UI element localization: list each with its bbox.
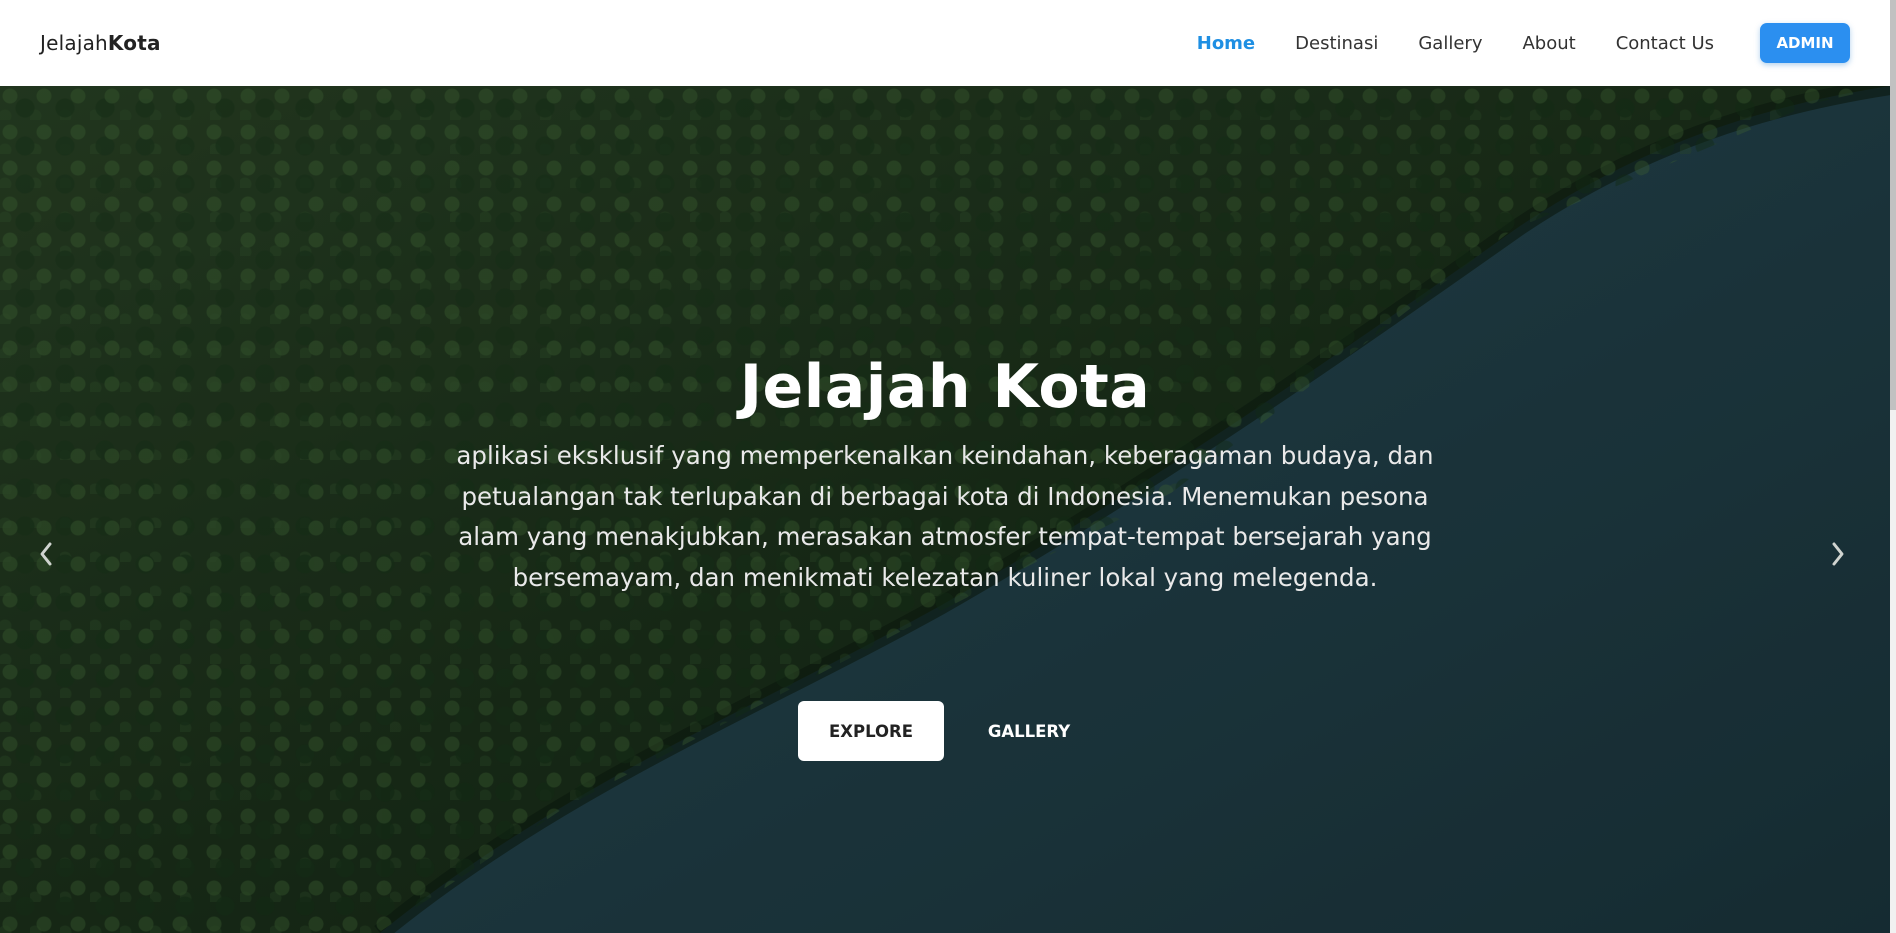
hero-buttons: EXPLORE GALLERY [0, 701, 1890, 761]
nav-about[interactable]: About [1522, 33, 1575, 54]
nav-contact-us[interactable]: Contact Us [1616, 33, 1714, 54]
nav-gallery[interactable]: Gallery [1418, 33, 1482, 54]
admin-button[interactable]: ADMIN [1760, 23, 1850, 63]
brand-bold: Kota [107, 31, 161, 55]
gallery-button[interactable]: GALLERY [956, 701, 1102, 761]
chevron-left-icon [40, 542, 52, 566]
scrollbar-thumb[interactable] [1890, 0, 1896, 410]
carousel-next-button[interactable] [1822, 534, 1852, 574]
explore-button[interactable]: EXPLORE [798, 701, 944, 761]
chevron-right-icon [1832, 542, 1844, 566]
page-scrollbar[interactable] [1890, 0, 1896, 933]
hero-description: aplikasi eksklusif yang memperkenalkan k… [456, 441, 1434, 592]
brand-prefix: Jelajah [40, 31, 108, 55]
hero-title: Jelajah Kota [739, 352, 1151, 422]
hero-carousel: Jelajah Kota aplikasi eksklusif yang mem… [0, 86, 1890, 933]
brand-logo[interactable]: JelajahKota [40, 31, 161, 55]
nav-home[interactable]: Home [1197, 33, 1255, 54]
carousel-prev-button[interactable] [32, 534, 62, 574]
navbar: JelajahKota Home Destinasi Gallery About… [0, 0, 1890, 86]
nav-destinasi[interactable]: Destinasi [1295, 33, 1378, 54]
nav-menu: Home Destinasi Gallery About Contact Us … [1157, 23, 1850, 63]
